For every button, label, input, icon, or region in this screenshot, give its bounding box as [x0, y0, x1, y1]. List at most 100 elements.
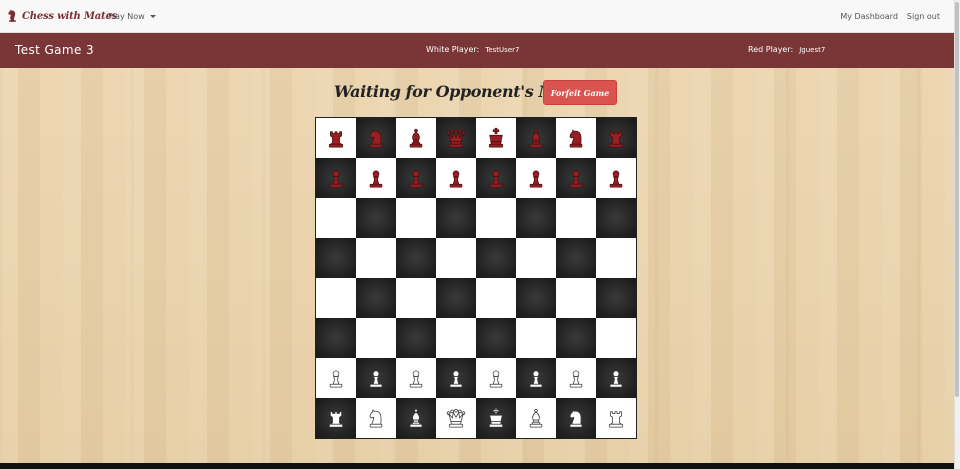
square-a1[interactable] [316, 398, 356, 438]
square-f2[interactable] [516, 358, 556, 398]
red-queen-piece[interactable] [442, 124, 470, 152]
red-pawn-piece[interactable] [402, 164, 430, 192]
red-pawn-piece[interactable] [442, 164, 470, 192]
square-f5[interactable] [516, 238, 556, 278]
square-g3[interactable] [556, 318, 596, 358]
square-h3[interactable] [596, 318, 636, 358]
square-e2[interactable] [476, 358, 516, 398]
square-b7[interactable] [356, 158, 396, 198]
square-c4[interactable] [396, 278, 436, 318]
white-pawn-piece[interactable] [562, 364, 590, 392]
red-king-piece[interactable] [482, 124, 510, 152]
white-knight-piece[interactable] [362, 404, 390, 432]
red-bishop-piece[interactable] [522, 124, 550, 152]
white-bishop-piece[interactable] [522, 404, 550, 432]
square-h8[interactable] [596, 118, 636, 158]
square-d4[interactable] [436, 278, 476, 318]
square-f7[interactable] [516, 158, 556, 198]
square-g6[interactable] [556, 198, 596, 238]
my-dashboard-link[interactable]: My Dashboard [840, 12, 898, 21]
white-pawn-piece[interactable] [482, 364, 510, 392]
square-g7[interactable] [556, 158, 596, 198]
square-d7[interactable] [436, 158, 476, 198]
red-knight-piece[interactable] [362, 124, 390, 152]
square-f4[interactable] [516, 278, 556, 318]
square-b5[interactable] [356, 238, 396, 278]
brand-logo-link[interactable]: Chess with Mates [7, 9, 117, 23]
white-king-piece[interactable] [482, 404, 510, 432]
square-c3[interactable] [396, 318, 436, 358]
scrollbar-thumb[interactable] [955, 2, 959, 397]
square-e7[interactable] [476, 158, 516, 198]
square-h7[interactable] [596, 158, 636, 198]
red-pawn-piece[interactable] [602, 164, 630, 192]
square-a4[interactable] [316, 278, 356, 318]
white-pawn-piece[interactable] [602, 364, 630, 392]
white-bishop-piece[interactable] [402, 404, 430, 432]
square-d5[interactable] [436, 238, 476, 278]
square-e5[interactable] [476, 238, 516, 278]
square-e8[interactable] [476, 118, 516, 158]
square-g8[interactable] [556, 118, 596, 158]
white-queen-piece[interactable] [442, 404, 470, 432]
square-b8[interactable] [356, 118, 396, 158]
play-now-dropdown[interactable]: Play Now [108, 12, 156, 21]
square-h4[interactable] [596, 278, 636, 318]
red-rook-piece[interactable] [602, 124, 630, 152]
square-c7[interactable] [396, 158, 436, 198]
square-b1[interactable] [356, 398, 396, 438]
square-a3[interactable] [316, 318, 356, 358]
red-pawn-piece[interactable] [562, 164, 590, 192]
square-a7[interactable] [316, 158, 356, 198]
square-g4[interactable] [556, 278, 596, 318]
red-bishop-piece[interactable] [402, 124, 430, 152]
red-pawn-piece[interactable] [362, 164, 390, 192]
square-e1[interactable] [476, 398, 516, 438]
red-pawn-piece[interactable] [522, 164, 550, 192]
square-h6[interactable] [596, 198, 636, 238]
square-f3[interactable] [516, 318, 556, 358]
square-f6[interactable] [516, 198, 556, 238]
white-rook-piece[interactable] [602, 404, 630, 432]
square-e4[interactable] [476, 278, 516, 318]
square-a8[interactable] [316, 118, 356, 158]
square-d8[interactable] [436, 118, 476, 158]
white-pawn-piece[interactable] [322, 364, 350, 392]
red-pawn-piece[interactable] [322, 164, 350, 192]
square-g2[interactable] [556, 358, 596, 398]
square-d6[interactable] [436, 198, 476, 238]
square-a6[interactable] [316, 198, 356, 238]
sign-out-link[interactable]: Sign out [907, 12, 940, 21]
square-g5[interactable] [556, 238, 596, 278]
square-c2[interactable] [396, 358, 436, 398]
square-d1[interactable] [436, 398, 476, 438]
square-b3[interactable] [356, 318, 396, 358]
red-rook-piece[interactable] [322, 124, 350, 152]
square-f1[interactable] [516, 398, 556, 438]
white-pawn-piece[interactable] [362, 364, 390, 392]
white-rook-piece[interactable] [322, 404, 350, 432]
scrollbar[interactable] [954, 0, 960, 469]
square-a2[interactable] [316, 358, 356, 398]
square-c6[interactable] [396, 198, 436, 238]
square-h2[interactable] [596, 358, 636, 398]
red-pawn-piece[interactable] [482, 164, 510, 192]
red-knight-piece[interactable] [562, 124, 590, 152]
square-h1[interactable] [596, 398, 636, 438]
square-c1[interactable] [396, 398, 436, 438]
square-f8[interactable] [516, 118, 556, 158]
square-g1[interactable] [556, 398, 596, 438]
square-c5[interactable] [396, 238, 436, 278]
square-h5[interactable] [596, 238, 636, 278]
white-pawn-piece[interactable] [442, 364, 470, 392]
forfeit-game-button[interactable]: Forfeit Game [543, 80, 617, 105]
white-pawn-piece[interactable] [402, 364, 430, 392]
square-b6[interactable] [356, 198, 396, 238]
white-knight-piece[interactable] [562, 404, 590, 432]
square-d2[interactable] [436, 358, 476, 398]
square-b2[interactable] [356, 358, 396, 398]
square-d3[interactable] [436, 318, 476, 358]
square-a5[interactable] [316, 238, 356, 278]
square-e6[interactable] [476, 198, 516, 238]
white-pawn-piece[interactable] [522, 364, 550, 392]
